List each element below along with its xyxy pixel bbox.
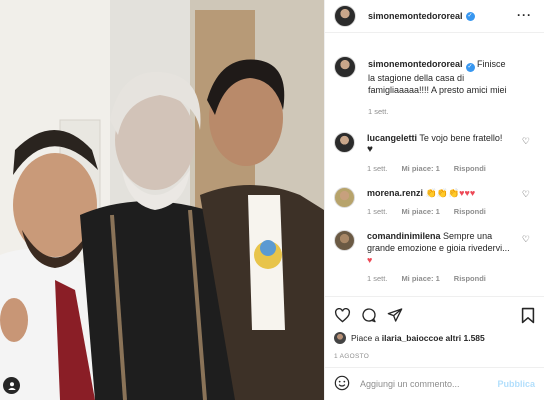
caption-username[interactable]: simonemontedororeal <box>368 59 463 69</box>
comment-likes[interactable]: Mi piace: 1 <box>401 207 439 216</box>
heart-icon[interactable]: ♡ <box>522 136 530 147</box>
post-sidebar: simonemontedororeal ✓ ··· simonemontedor… <box>324 0 544 400</box>
more-options-icon[interactable]: ··· <box>517 8 532 22</box>
comment-icon[interactable] <box>361 307 377 323</box>
reply-button[interactable]: Rispondi <box>454 207 486 216</box>
list-item: morena.renzi 👏👏👏♥♥♥ 1 sett. Mi piace: 1 … <box>325 187 544 216</box>
avatar[interactable] <box>334 332 346 344</box>
bookmark-icon[interactable] <box>521 307 535 324</box>
comments-list[interactable]: simonemontedororeal ✓ Finisce la stagione… <box>325 34 544 296</box>
heart-icon[interactable] <box>334 307 351 323</box>
avatar[interactable] <box>334 56 356 78</box>
avatar[interactable] <box>334 132 355 153</box>
user-tag-icon[interactable] <box>3 377 20 394</box>
post-actions: Piace a ilaria_baiocco e altri 1.585 1 A… <box>325 296 544 360</box>
reply-button[interactable]: Rispondi <box>454 274 486 283</box>
comment-time[interactable]: 1 sett. <box>367 164 387 173</box>
comment-likes[interactable]: Mi piace: 1 <box>401 274 439 283</box>
post-date[interactable]: 1 AGOSTO <box>334 353 535 360</box>
comment-time[interactable]: 1 sett. <box>367 274 387 283</box>
heart-icon[interactable]: ♡ <box>522 234 530 245</box>
comment-username[interactable]: lucangeletti <box>367 133 417 143</box>
publish-button[interactable]: Pubblica <box>497 379 535 389</box>
emoji-icon[interactable] <box>334 375 350 393</box>
avatar[interactable] <box>334 187 355 208</box>
likes-count[interactable]: e altri 1.585 <box>438 333 484 343</box>
likes-summary: Piace a ilaria_baiocco e altri 1.585 <box>334 332 535 344</box>
comment-username[interactable]: morena.renzi <box>367 188 423 198</box>
comment-emoji: ♥ <box>367 255 373 265</box>
comment-text: Te vojo bene fratello! <box>419 133 503 143</box>
comment-input[interactable]: Aggiungi un commento... <box>360 379 497 389</box>
comment-emoji: ♥♥♥ <box>459 188 476 198</box>
comment-likes[interactable]: Mi piace: 1 <box>401 164 439 173</box>
comment-text: 👏👏👏 <box>425 188 460 198</box>
verified-badge-icon: ✓ <box>465 11 475 21</box>
post-photo[interactable] <box>0 0 324 400</box>
heart-icon[interactable]: ♡ <box>522 189 530 200</box>
post-header: simonemontedororeal ✓ ··· <box>325 0 544 33</box>
list-item: lucangeletti Te vojo bene fratello! ♥ 1 … <box>325 132 544 173</box>
username-link[interactable]: simonemontedororeal <box>368 11 463 21</box>
comment-emoji: ♥ <box>367 144 373 155</box>
likes-prefix: Piace a <box>351 333 380 343</box>
caption: simonemontedororeal ✓ Finisce la stagione… <box>325 56 544 116</box>
add-comment-bar: Aggiungi un commento... Pubblica <box>325 367 544 400</box>
paper-plane-icon[interactable] <box>387 307 403 323</box>
caption-time[interactable]: 1 sett. <box>368 107 388 116</box>
avatar[interactable] <box>334 230 355 251</box>
comment-username[interactable]: comandinimilena <box>367 231 441 241</box>
verified-badge-icon: ✓ <box>465 63 475 72</box>
list-item: comandinimilena Sempre una grande emozio… <box>325 230 544 283</box>
reply-button[interactable]: Rispondi <box>454 164 486 173</box>
comment-time[interactable]: 1 sett. <box>367 207 387 216</box>
avatar[interactable] <box>334 5 356 27</box>
like-username[interactable]: ilaria_baiocco <box>382 333 439 343</box>
